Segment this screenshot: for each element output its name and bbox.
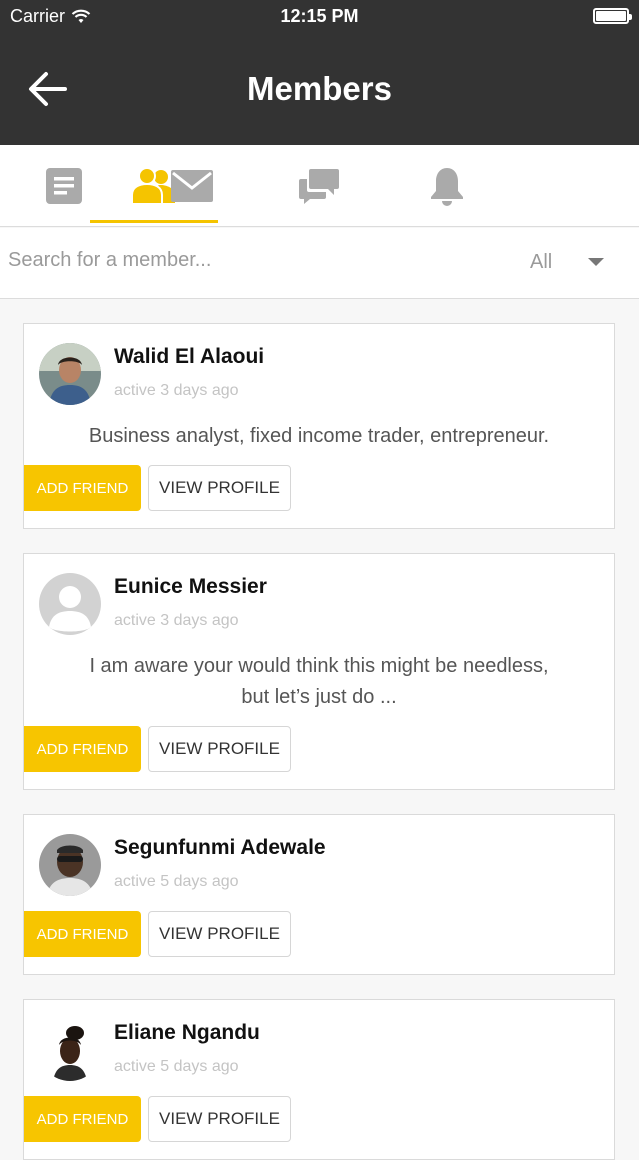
- view-profile-button[interactable]: VIEW PROFILE: [148, 465, 291, 511]
- avatar[interactable]: [39, 343, 101, 405]
- tab-chat[interactable]: [256, 145, 384, 227]
- avatar-photo: [39, 1019, 101, 1081]
- add-friend-button[interactable]: ADD FRIEND: [24, 465, 141, 511]
- view-profile-button[interactable]: VIEW PROFILE: [148, 1096, 291, 1142]
- member-card: Segunfunmi Adewale active 5 days ago ADD…: [23, 814, 615, 975]
- last-active: active 5 days ago: [114, 1058, 239, 1075]
- member-name[interactable]: Walid El Alaoui: [114, 345, 264, 369]
- member-name[interactable]: Eliane Ngandu: [114, 1021, 260, 1045]
- tab-messages[interactable]: [128, 145, 256, 227]
- avatar-photo: [39, 343, 101, 405]
- last-active: active 3 days ago: [114, 382, 239, 399]
- avatar[interactable]: [39, 1019, 101, 1081]
- view-profile-button[interactable]: VIEW PROFILE: [148, 726, 291, 772]
- avatar[interactable]: [39, 573, 101, 635]
- filter-value: All: [530, 250, 553, 273]
- add-friend-button[interactable]: ADD FRIEND: [24, 1096, 141, 1142]
- tab-notifications[interactable]: [383, 145, 511, 227]
- default-avatar-icon: [39, 573, 101, 635]
- activity-icon: [45, 168, 82, 204]
- navigation-bar: Carrier 12:15 PM Members: [0, 0, 639, 145]
- avatar[interactable]: [39, 834, 101, 896]
- view-profile-button[interactable]: VIEW PROFILE: [148, 911, 291, 957]
- member-bio: I am aware your would think this might b…: [44, 651, 594, 713]
- tab-bar: [0, 145, 639, 227]
- last-active: active 3 days ago: [114, 612, 239, 629]
- status-bar: Carrier 12:15 PM: [0, 0, 639, 32]
- bio-line: I am aware your would think this might b…: [89, 655, 549, 677]
- search-input[interactable]: [8, 242, 488, 278]
- bell-icon: [431, 168, 464, 206]
- filter-dropdown[interactable]: All: [520, 246, 630, 278]
- search-bar: All: [0, 228, 639, 299]
- bio-line: but let’s just do ...: [241, 686, 397, 708]
- add-friend-button[interactable]: ADD FRIEND: [24, 911, 141, 957]
- chat-icon: [299, 169, 340, 204]
- page-title: Members: [247, 70, 392, 107]
- last-active: active 5 days ago: [114, 873, 239, 890]
- member-card: Walid El Alaoui active 3 days ago Busine…: [23, 323, 615, 529]
- chevron-down-icon: [588, 258, 604, 266]
- mail-icon: [170, 170, 213, 202]
- member-card: Eunice Messier active 3 days ago I am aw…: [23, 553, 615, 790]
- member-bio: Business analyst, fixed income trader, e…: [44, 421, 594, 452]
- bio-line: Business analyst, fixed income trader, e…: [88, 425, 550, 447]
- add-friend-button[interactable]: ADD FRIEND: [24, 726, 141, 772]
- member-name[interactable]: Segunfunmi Adewale: [114, 836, 326, 860]
- avatar-photo: [39, 834, 101, 896]
- battery-icon: [593, 8, 632, 24]
- member-name[interactable]: Eunice Messier: [114, 575, 267, 599]
- clock: 12:15 PM: [280, 6, 359, 26]
